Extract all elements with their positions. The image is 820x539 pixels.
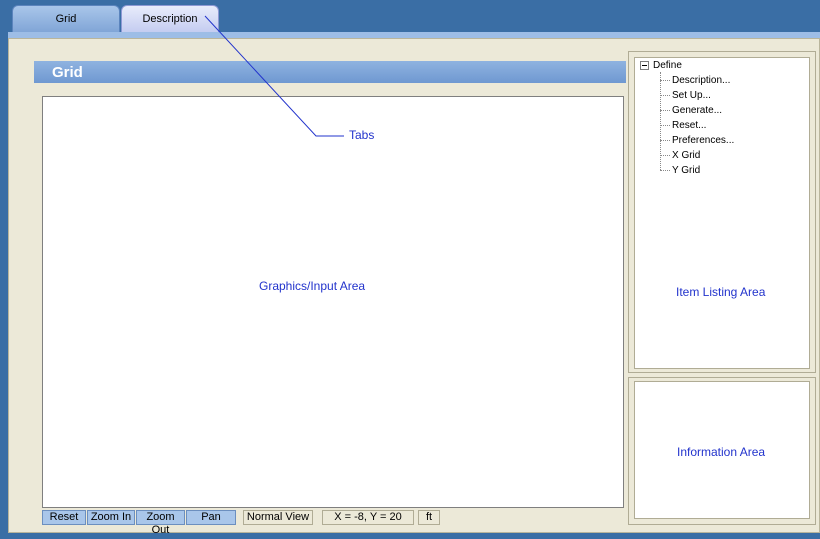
tree-item-y-grid[interactable]: Y Grid: [660, 164, 700, 177]
tab-grid[interactable]: Grid: [12, 5, 120, 33]
information-area-label: Information Area: [677, 445, 766, 459]
graphics-input-area[interactable]: [42, 96, 624, 508]
tree-root-label: Define: [653, 60, 682, 71]
tab-description[interactable]: Description: [121, 5, 219, 33]
units-field: ft: [418, 510, 440, 525]
pan-button[interactable]: Pan: [186, 510, 236, 525]
collapse-icon[interactable]: [640, 61, 649, 70]
zoom-out-button[interactable]: Zoom Out: [136, 510, 185, 536]
tabs-callout-label: Tabs: [349, 128, 375, 142]
tree-item-x-grid[interactable]: X Grid: [660, 149, 700, 162]
tree-item-description[interactable]: Description...: [660, 74, 730, 87]
page-title: Grid: [34, 61, 626, 83]
view-mode-field: Normal View: [243, 510, 313, 525]
zoom-in-button[interactable]: Zoom In: [87, 510, 135, 525]
tree-item-generate[interactable]: Generate...: [660, 104, 722, 117]
graphics-area-label: Graphics/Input Area: [259, 279, 366, 293]
tree-root-define[interactable]: Define: [640, 60, 682, 71]
tree-item-preferences[interactable]: Preferences...: [660, 134, 734, 147]
tree-item-reset[interactable]: Reset...: [660, 119, 706, 132]
coordinate-readout: X = -8, Y = 20: [322, 510, 414, 525]
tree-item-set-up[interactable]: Set Up...: [660, 89, 711, 102]
reset-button[interactable]: Reset: [42, 510, 86, 525]
app-window: Grid Description Grid Graphics/Input Are…: [0, 0, 820, 539]
item-listing-area-label: Item Listing Area: [676, 285, 766, 299]
